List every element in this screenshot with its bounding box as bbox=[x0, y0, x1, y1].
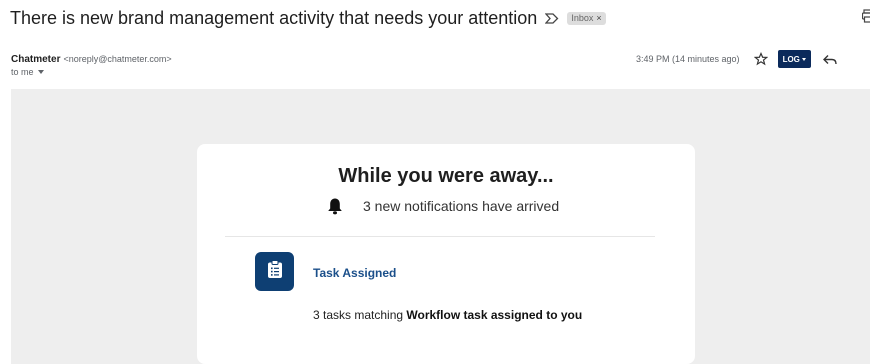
notification-line: 3 new notifications have arrived bbox=[327, 196, 559, 216]
chevron-down-icon[interactable] bbox=[37, 70, 44, 74]
inbox-label-text: Inbox bbox=[571, 13, 594, 23]
sender-row: Chatmeter <noreply@chatmeter.com> bbox=[11, 52, 172, 66]
card-title: While you were away... bbox=[338, 165, 554, 187]
clipboard-icon bbox=[267, 259, 283, 284]
recipient-text: to me bbox=[11, 67, 34, 77]
task-workflow-name: Workflow task assigned to you bbox=[406, 308, 583, 322]
star-icon[interactable] bbox=[753, 51, 768, 66]
print-icon[interactable] bbox=[861, 9, 870, 23]
subject-row: There is new brand management activity t… bbox=[10, 6, 606, 30]
email-body: While you were away... 3 new notificatio… bbox=[11, 89, 870, 364]
timestamp: 3:49 PM (14 minutes ago) bbox=[636, 54, 740, 64]
remove-label-icon[interactable]: × bbox=[596, 13, 601, 23]
email-subject: There is new brand management activity t… bbox=[10, 7, 538, 28]
notification-card: While you were away... 3 new notificatio… bbox=[197, 144, 695, 364]
task-description-prefix: 3 tasks matching bbox=[313, 308, 407, 322]
notification-count-text: 3 new notifications have arrived bbox=[363, 198, 560, 214]
reply-icon[interactable] bbox=[822, 53, 837, 65]
inbox-label-chip[interactable]: Inbox × bbox=[567, 11, 606, 25]
recipient-row[interactable]: to me bbox=[11, 67, 44, 77]
log-button[interactable]: LOG bbox=[777, 50, 811, 68]
task-description: 3 tasks matching Workflow task assigned … bbox=[313, 308, 582, 322]
sender-email: <noreply@chatmeter.com> bbox=[63, 54, 172, 64]
task-icon-box bbox=[255, 252, 294, 291]
important-marker-icon[interactable] bbox=[545, 12, 561, 24]
divider bbox=[225, 236, 655, 237]
log-button-label: LOG bbox=[782, 54, 800, 64]
sender-name[interactable]: Chatmeter bbox=[11, 54, 60, 65]
task-assigned-link[interactable]: Task Assigned bbox=[313, 266, 396, 280]
chevron-down-icon bbox=[801, 57, 806, 61]
bell-icon bbox=[327, 197, 343, 215]
message-actions: 3:49 PM (14 minutes ago) LOG bbox=[636, 49, 837, 69]
